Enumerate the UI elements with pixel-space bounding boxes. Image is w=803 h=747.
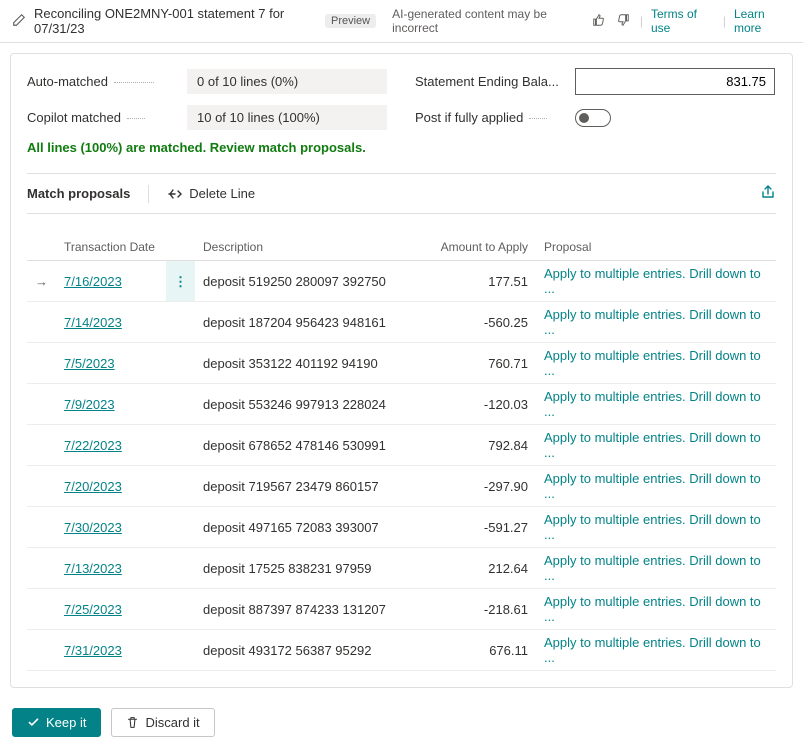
copilot-matched-value: 10 of 10 lines (100%)	[187, 105, 387, 130]
table-row[interactable]: 7/14/2023 deposit 187204 956423 948161-56…	[27, 302, 776, 343]
transaction-date-link[interactable]: 7/25/2023	[64, 602, 122, 617]
col-proposal[interactable]: Proposal	[536, 234, 776, 261]
match-proposals-table: Transaction Date Description Amount to A…	[27, 234, 776, 671]
transaction-date-link[interactable]: 7/22/2023	[64, 438, 122, 453]
post-if-fully-applied-label: Post if fully applied	[415, 110, 575, 125]
thumbs-down-icon[interactable]	[614, 11, 632, 32]
amount-cell: -297.90	[416, 466, 536, 507]
table-row[interactable]: 7/5/2023 deposit 353122 401192 94190760.7…	[27, 343, 776, 384]
table-row[interactable]: 7/25/2023 deposit 887397 874233 131207-21…	[27, 589, 776, 630]
transaction-date-link[interactable]: 7/13/2023	[64, 561, 122, 576]
status-line: All lines (100%) are matched. Review mat…	[27, 140, 776, 155]
row-indicator	[27, 548, 56, 589]
balance-label: Statement Ending Bala...	[415, 74, 575, 89]
table-row[interactable]: 7/20/2023 deposit 719567 23479 860157-297…	[27, 466, 776, 507]
amount-cell: 760.71	[416, 343, 536, 384]
row-indicator	[27, 630, 56, 671]
amount-cell: -591.27	[416, 507, 536, 548]
proposal-link[interactable]: Apply to multiple entries. Drill down to…	[544, 512, 761, 542]
transaction-date-link[interactable]: 7/31/2023	[64, 643, 122, 658]
row-indicator	[27, 466, 56, 507]
description-cell: deposit 497165 72083 393007	[195, 507, 416, 548]
trash-icon	[126, 716, 139, 729]
row-indicator	[27, 425, 56, 466]
proposal-link[interactable]: Apply to multiple entries. Drill down to…	[544, 389, 761, 419]
transaction-date-link[interactable]: 7/16/2023	[64, 274, 122, 289]
transaction-date-link[interactable]: 7/14/2023	[64, 315, 122, 330]
amount-cell: -218.61	[416, 589, 536, 630]
description-cell: deposit 17525 838231 97959	[195, 548, 416, 589]
match-proposals-heading: Match proposals	[27, 186, 130, 201]
proposal-link[interactable]: Apply to multiple entries. Drill down to…	[544, 471, 761, 501]
row-indicator	[27, 343, 56, 384]
table-row[interactable]: 7/31/2023 deposit 493172 56387 95292676.1…	[27, 630, 776, 671]
copilot-matched-label: Copilot matched	[27, 110, 187, 125]
row-indicator	[27, 589, 56, 630]
check-icon	[27, 716, 40, 729]
description-cell: deposit 493172 56387 95292	[195, 630, 416, 671]
col-amount[interactable]: Amount to Apply	[416, 234, 536, 261]
discard-it-button[interactable]: Discard it	[111, 708, 214, 737]
col-description[interactable]: Description	[195, 234, 416, 261]
auto-matched-value: 0 of 10 lines (0%)	[187, 69, 387, 94]
terms-of-use-link[interactable]: Terms of use	[651, 7, 715, 35]
amount-cell: 676.11	[416, 630, 536, 671]
row-indicator: →	[27, 261, 56, 302]
proposal-link[interactable]: Apply to multiple entries. Drill down to…	[544, 348, 761, 378]
delete-line-button[interactable]: Delete Line	[167, 186, 255, 202]
amount-cell: -560.25	[416, 302, 536, 343]
description-cell: deposit 887397 874233 131207	[195, 589, 416, 630]
preview-badge: Preview	[325, 14, 376, 28]
page-title: Reconciling ONE2MNY-001 statement 7 for …	[34, 6, 317, 36]
col-transaction-date[interactable]: Transaction Date	[56, 234, 166, 261]
statement-ending-balance-input[interactable]	[575, 68, 775, 95]
keep-it-button[interactable]: Keep it	[12, 708, 101, 737]
row-indicator	[27, 302, 56, 343]
proposal-link[interactable]: Apply to multiple entries. Drill down to…	[544, 553, 761, 583]
delete-line-icon	[167, 186, 183, 202]
proposal-link[interactable]: Apply to multiple entries. Drill down to…	[544, 307, 761, 337]
row-indicator	[27, 507, 56, 548]
row-indicator	[27, 384, 56, 425]
proposal-link[interactable]: Apply to multiple entries. Drill down to…	[544, 635, 761, 665]
post-if-fully-applied-toggle[interactable]	[575, 109, 611, 127]
transaction-date-link[interactable]: 7/9/2023	[64, 397, 115, 412]
amount-cell: 212.64	[416, 548, 536, 589]
table-row[interactable]: 7/22/2023 deposit 678652 478146 530991792…	[27, 425, 776, 466]
description-cell: deposit 519250 280097 392750	[195, 261, 416, 302]
table-row[interactable]: 7/30/2023 deposit 497165 72083 393007-591…	[27, 507, 776, 548]
proposal-link[interactable]: Apply to multiple entries. Drill down to…	[544, 266, 761, 296]
thumbs-up-icon[interactable]	[590, 11, 608, 32]
share-icon[interactable]	[760, 184, 776, 203]
table-row[interactable]: 7/13/2023 deposit 17525 838231 97959212.6…	[27, 548, 776, 589]
auto-matched-label: Auto-matched	[27, 74, 187, 89]
amount-cell: -120.03	[416, 384, 536, 425]
description-cell: deposit 353122 401192 94190	[195, 343, 416, 384]
learn-more-link[interactable]: Learn more	[734, 7, 791, 35]
proposal-link[interactable]: Apply to multiple entries. Drill down to…	[544, 594, 761, 624]
edit-icon[interactable]	[12, 13, 26, 30]
transaction-date-link[interactable]: 7/30/2023	[64, 520, 122, 535]
transaction-date-link[interactable]: 7/5/2023	[64, 356, 115, 371]
description-cell: deposit 678652 478146 530991	[195, 425, 416, 466]
proposal-link[interactable]: Apply to multiple entries. Drill down to…	[544, 430, 761, 460]
row-menu-icon[interactable]: ⋮	[174, 274, 187, 289]
ai-disclaimer: AI-generated content may be incorrect	[392, 7, 582, 35]
amount-cell: 792.84	[416, 425, 536, 466]
description-cell: deposit 719567 23479 860157	[195, 466, 416, 507]
description-cell: deposit 553246 997913 228024	[195, 384, 416, 425]
table-row[interactable]: → 7/16/2023 ⋮ deposit 519250 280097 3927501…	[27, 261, 776, 302]
table-row[interactable]: 7/9/2023 deposit 553246 997913 228024-120…	[27, 384, 776, 425]
transaction-date-link[interactable]: 7/20/2023	[64, 479, 122, 494]
description-cell: deposit 187204 956423 948161	[195, 302, 416, 343]
amount-cell: 177.51	[416, 261, 536, 302]
